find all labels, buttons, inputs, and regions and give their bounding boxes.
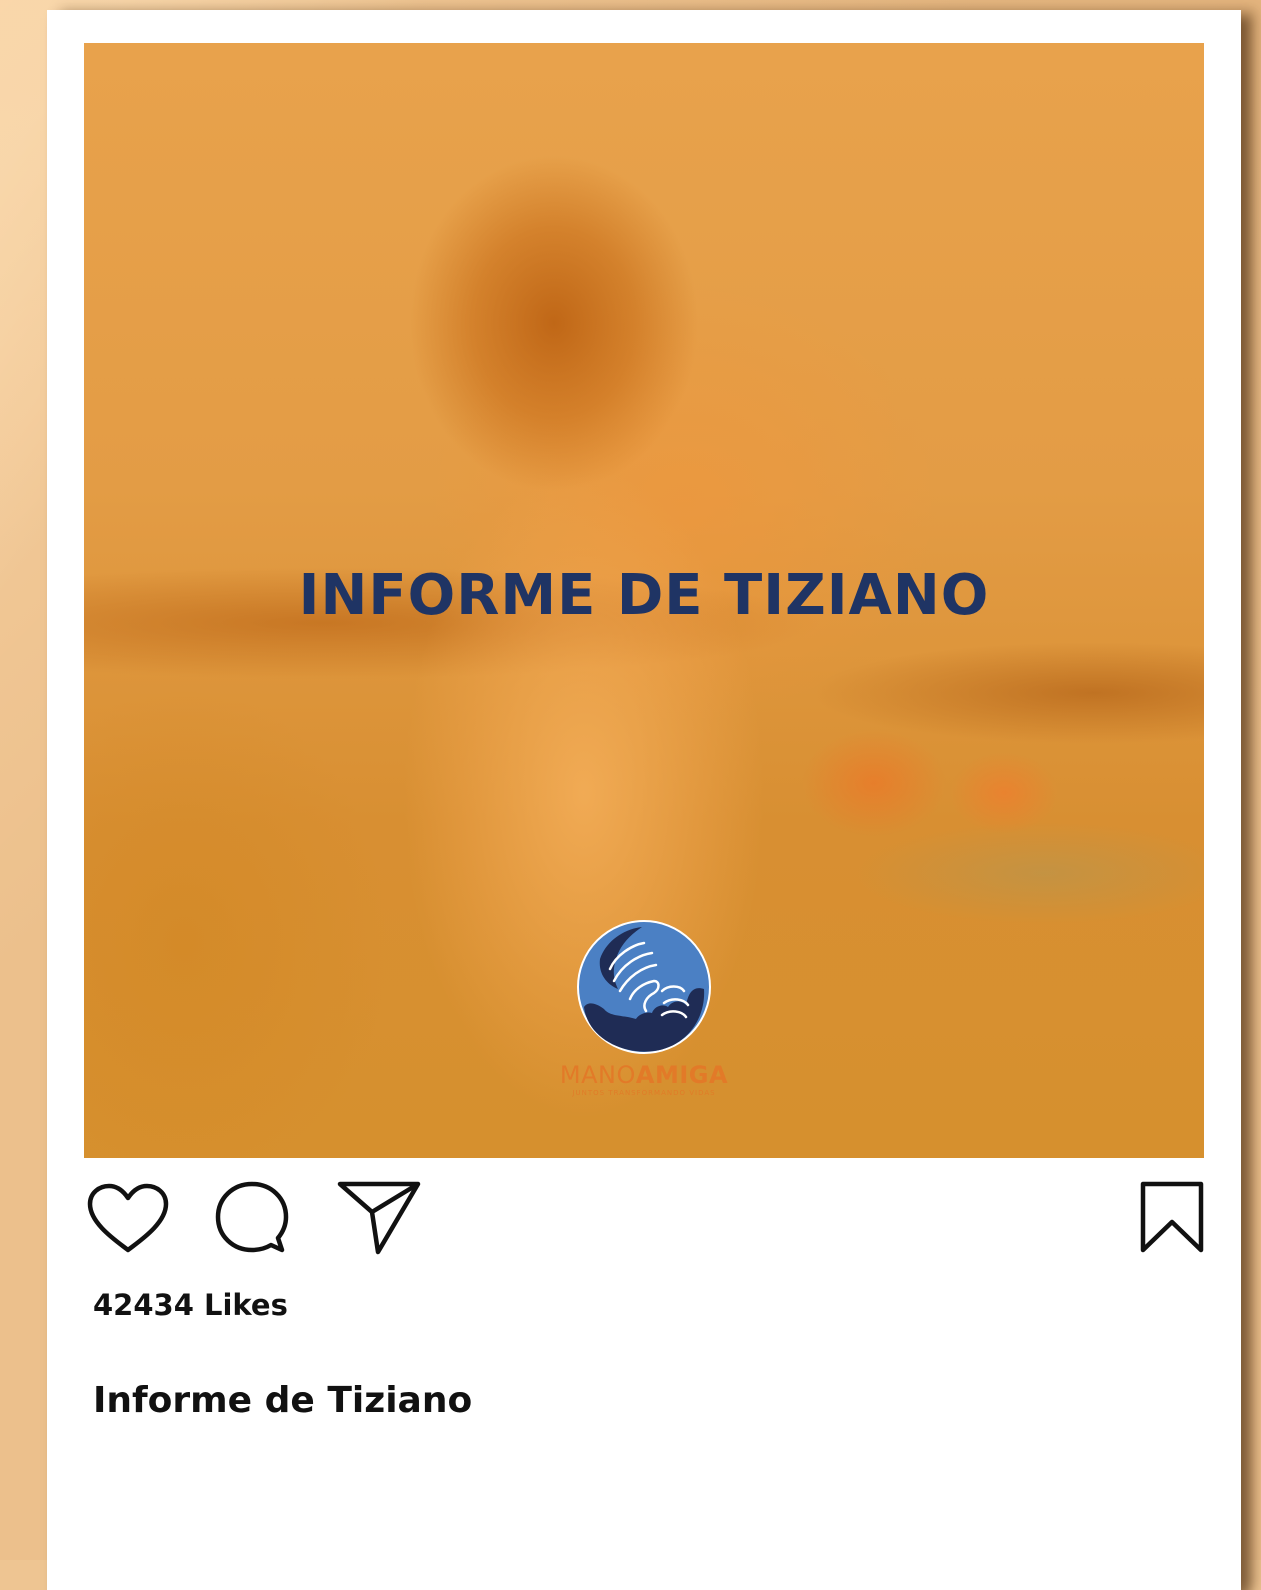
bookmark-icon[interactable] xyxy=(1139,1180,1205,1254)
likes-count[interactable]: 42434 Likes xyxy=(93,1288,288,1322)
mano-amiga-logo: MANOAMIGA JUNTOS TRANSFORMANDO VIDAS xyxy=(554,919,734,1109)
speech-bubble-icon[interactable] xyxy=(214,1180,290,1256)
logo-wordmark-part1: MANO xyxy=(559,1061,636,1089)
logo-tagline: JUNTOS TRANSFORMANDO VIDAS xyxy=(572,1089,716,1097)
post-card: INFORME DE TIZIANO MANOAMIGA JUNTOS TRAN… xyxy=(47,10,1241,1590)
post-image[interactable]: INFORME DE TIZIANO MANOAMIGA JUNTOS TRAN… xyxy=(84,43,1204,1158)
image-title: INFORME DE TIZIANO xyxy=(298,563,990,628)
logo-wordmark: MANOAMIGA xyxy=(554,1062,734,1088)
logo-wordmark-part2: AMIGA xyxy=(635,1061,729,1089)
heart-icon[interactable] xyxy=(86,1182,170,1254)
post-actions-bar xyxy=(84,1178,1204,1258)
paper-plane-icon[interactable] xyxy=(336,1178,422,1256)
post-caption: Informe de Tiziano xyxy=(93,1380,473,1421)
hands-logo-icon xyxy=(577,920,711,1054)
